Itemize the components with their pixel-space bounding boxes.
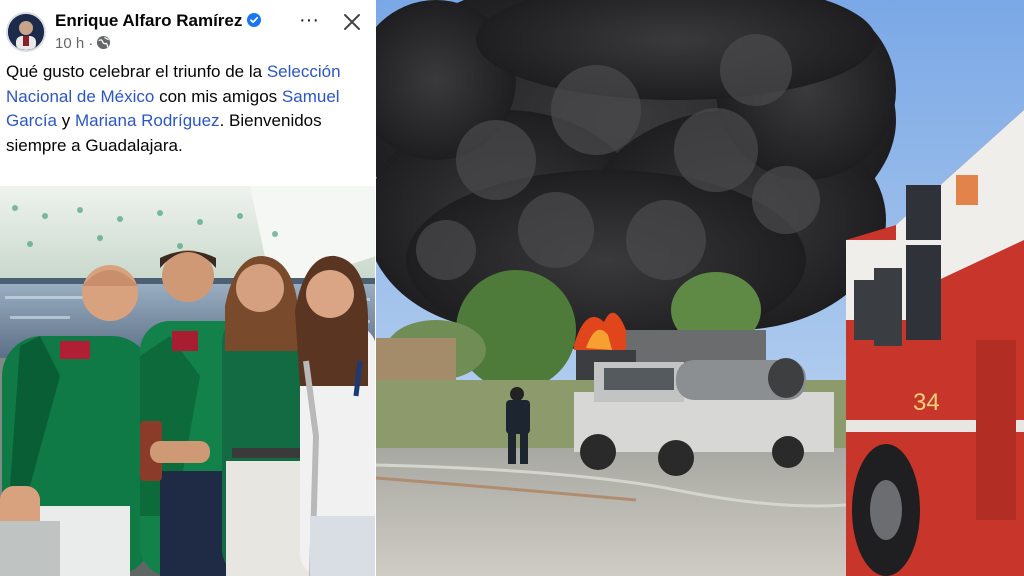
mention-mariana-rodriguez[interactable]: Mariana Rodríguez bbox=[75, 111, 220, 130]
post-body-text: Qué gusto celebrar el triunfo de la Sele… bbox=[6, 60, 368, 158]
fire-scene-photo[interactable]: 34 bbox=[376, 0, 1024, 576]
post-text-segment: Qué gusto celebrar el triunfo de la bbox=[6, 62, 267, 81]
post-text-segment: y bbox=[57, 111, 75, 130]
verified-badge-icon bbox=[247, 13, 262, 27]
globe-icon bbox=[97, 35, 111, 50]
post-meta: 10 h · bbox=[55, 35, 111, 52]
post-header: Enrique Alfaro Ramírez 10 h · ··· bbox=[0, 0, 376, 60]
author-name-text[interactable]: Enrique Alfaro Ramírez bbox=[55, 11, 242, 30]
facebook-post: Enrique Alfaro Ramírez 10 h · ··· Qué gu… bbox=[0, 0, 376, 576]
post-text-segment: con mis amigos bbox=[154, 86, 282, 106]
close-icon[interactable] bbox=[340, 10, 364, 34]
post-timestamp[interactable]: 10 h · bbox=[55, 35, 93, 52]
more-options-icon[interactable]: ··· bbox=[296, 10, 322, 34]
author-name[interactable]: Enrique Alfaro Ramírez bbox=[55, 11, 262, 31]
smoke-plume bbox=[376, 0, 896, 350]
truck-number: 34 bbox=[913, 389, 940, 416]
author-avatar[interactable] bbox=[6, 12, 46, 52]
stadium-group-photo[interactable] bbox=[0, 186, 376, 576]
